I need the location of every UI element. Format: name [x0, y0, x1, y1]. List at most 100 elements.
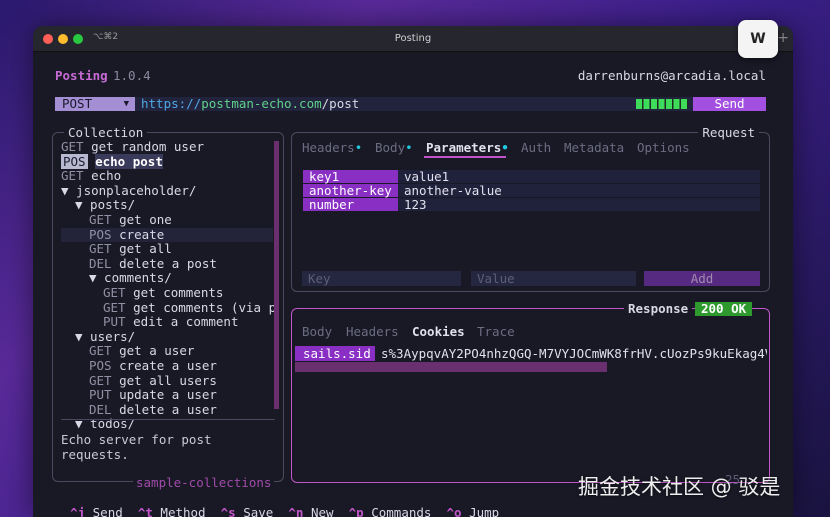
cookies-horizontal-scrollbar[interactable]: [295, 362, 607, 372]
request-panel: Request Headers• Body• Parameters• Auth …: [291, 125, 770, 292]
request-name-label: update a user: [119, 387, 217, 403]
collection-request-item[interactable]: PUT edit a comment: [61, 315, 238, 329]
collection-description: Echo server for post requests.: [61, 432, 212, 462]
request-name-label: delete a user: [119, 401, 217, 417]
request-method-label: GET: [61, 168, 84, 184]
collection-title: Collection: [64, 125, 148, 140]
method-shortcut-key[interactable]: ^t: [138, 505, 153, 517]
url-input[interactable]: https://postman-echo.com/post: [135, 97, 693, 111]
request-name-label: echo: [91, 168, 122, 184]
request-name-label: get all users: [119, 372, 217, 388]
collection-divider: [61, 419, 275, 420]
request-name-label: get a user: [119, 343, 195, 359]
request-method-label: GET: [103, 285, 126, 300]
collection-request-item[interactable]: GET get comments (via p: [61, 299, 277, 315]
request-name-label: get comments (via p: [133, 299, 277, 315]
method-select[interactable]: POST ▼: [55, 97, 135, 111]
send-button[interactable]: Send: [693, 97, 766, 111]
request-method-label: PUT: [103, 314, 126, 330]
save-shortcut-key[interactable]: ^s: [221, 505, 236, 517]
cookie-value[interactable]: s%3AypqvAY2PO4nhzQGQ-M7VYJOCmWK8frHV.cUo…: [381, 346, 767, 361]
request-method-label: POS: [89, 226, 112, 242]
jump-shortcut-key[interactable]: ^o: [447, 505, 462, 517]
tab-response-cookies[interactable]: Cookies: [412, 324, 465, 339]
tab-response-trace[interactable]: Trace: [477, 324, 515, 339]
request-name-label: get comments: [133, 285, 224, 300]
request-method-label: GET: [89, 212, 112, 227]
response-panel: Response 200 OK Body Headers Cookies Tra…: [291, 301, 770, 483]
folder-label: ▼ comments/: [89, 270, 172, 286]
collection-request-item[interactable]: GET get random user: [61, 140, 204, 154]
param-value[interactable]: value1: [398, 170, 760, 183]
collection-request-item[interactable]: DEL delete a post: [61, 255, 217, 271]
url-scheme: https://: [141, 96, 202, 111]
terminal-window: ⌥⌘2 Posting + Posting 1.0.4 darrenburns@…: [33, 26, 793, 517]
tab-metadata[interactable]: Metadata: [564, 140, 624, 155]
modified-dot-icon: •: [501, 140, 509, 155]
collection-request-item[interactable]: POS echo post: [61, 153, 163, 169]
collection-request-item[interactable]: GET echo: [61, 169, 121, 183]
collection-folder[interactable]: ▼ users/: [61, 329, 135, 344]
request-title: Request: [698, 125, 759, 140]
param-key[interactable]: another-key: [303, 184, 398, 197]
tab-label: Parameters: [426, 140, 502, 155]
jump-shortcut-label: Jump: [469, 505, 500, 517]
param-value-input[interactable]: Value: [471, 271, 636, 286]
request-method-label: POS: [61, 153, 88, 169]
window-title: Posting: [394, 33, 432, 44]
send-shortcut-key[interactable]: ^j: [70, 505, 85, 517]
param-value[interactable]: another-value: [398, 184, 760, 197]
request-name-label: get random user: [91, 139, 204, 154]
collection-request-item[interactable]: GET get all users: [61, 372, 217, 388]
collection-folder[interactable]: ▼ posts/: [61, 198, 135, 212]
commands-shortcut-label: Commands: [371, 505, 432, 517]
collection-request-item[interactable]: DEL delete a user: [61, 401, 217, 417]
user-host: darrenburns@arcadia.local: [577, 68, 766, 83]
method-value: POST: [62, 96, 93, 111]
collection-request-item[interactable]: GET get comments: [61, 286, 223, 300]
url-path: /post: [321, 96, 360, 111]
collection-name: sample-collections: [133, 475, 275, 490]
request-method-label: POS: [89, 358, 112, 373]
param-value[interactable]: 123: [398, 198, 760, 211]
request-name-label: get one: [119, 212, 172, 227]
new-shortcut-key[interactable]: ^n: [288, 505, 303, 517]
tab-headers[interactable]: Headers•: [302, 140, 362, 155]
send-shortcut-label: Send: [92, 505, 123, 517]
tab-response-body[interactable]: Body: [302, 324, 332, 339]
method-shortcut-label: Method: [160, 505, 206, 517]
request-name-label: delete a post: [119, 255, 217, 271]
param-key[interactable]: number: [303, 198, 398, 211]
collection-folder[interactable]: ▼ jsonplaceholder/: [61, 182, 197, 198]
tab-parameters[interactable]: Parameters•: [426, 140, 509, 155]
collection-request-item[interactable]: GET get a user: [61, 344, 194, 358]
collection-request-item[interactable]: GET get all: [61, 242, 172, 256]
request-method-label: GET: [89, 372, 112, 388]
add-param-button[interactable]: Add: [644, 271, 760, 286]
new-tab-button[interactable]: +: [777, 30, 789, 46]
modified-dot-icon: •: [354, 140, 363, 155]
request-method-label: GET: [89, 241, 112, 257]
commands-shortcut-key[interactable]: ^p: [349, 505, 364, 517]
collection-folder[interactable]: ▼ comments/: [61, 271, 172, 285]
folder-label: ▼ jsonplaceholder/: [61, 182, 197, 198]
tab-options[interactable]: Options: [637, 140, 690, 155]
param-key-input[interactable]: Key: [302, 271, 461, 286]
request-name-label: create: [119, 226, 165, 242]
tab-response-headers[interactable]: Headers: [346, 324, 399, 339]
request-name-label: get all: [119, 241, 172, 257]
param-key[interactable]: key1: [303, 170, 398, 183]
collection-scrollbar[interactable]: [274, 141, 279, 409]
title-bar: ⌥⌘2 Posting +: [33, 26, 793, 52]
collection-request-item[interactable]: PUT update a user: [61, 388, 217, 402]
tab-auth[interactable]: Auth: [521, 140, 551, 155]
collection-request-item[interactable]: GET get one: [61, 213, 172, 227]
status-badge: 200 OK: [695, 302, 753, 316]
tab-body[interactable]: Body•: [375, 140, 413, 155]
modified-dot-icon: •: [405, 140, 413, 155]
cookie-name[interactable]: sails.sid: [295, 346, 375, 361]
request-name-label: echo post: [95, 153, 163, 169]
app-version: 1.0.4: [113, 68, 151, 83]
collection-request-item[interactable]: POS create a user: [61, 359, 217, 373]
collection-request-item[interactable]: POS create: [61, 226, 273, 242]
